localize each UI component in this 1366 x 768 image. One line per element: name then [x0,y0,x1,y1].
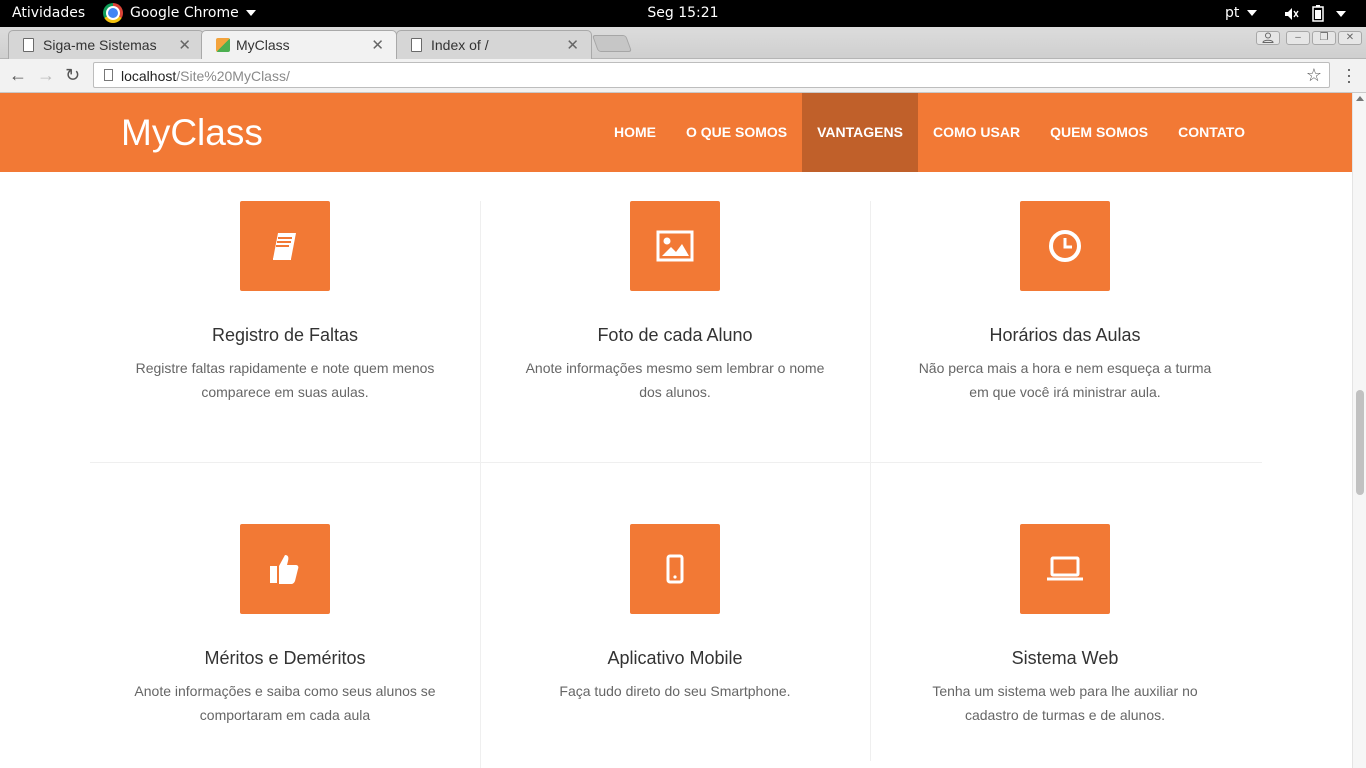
scrollbar-thumb[interactable] [1356,390,1364,495]
feature-text: Anote informações e saiba como seus alun… [134,683,436,723]
volume-icon [1285,7,1299,20]
feature-text: Registre faltas rapidamente e note quem … [135,360,435,400]
nav-quem-somos[interactable]: QUEM SOMOS [1035,93,1163,172]
tab-title: Index of / [431,37,489,53]
new-tab-button[interactable] [591,35,633,52]
feature-title: Sistema Web [1011,648,1119,668]
browser-tab[interactable]: Index of / ✕ [396,30,592,59]
browser-tab-active[interactable]: MyClass ✕ [201,30,397,60]
site-brand[interactable]: MyClass [121,112,263,154]
bookmark-star-icon[interactable]: ☆ [1306,65,1322,86]
site-navbar: MyClass HOME O QUE SOMOS VANTAGENS COMO … [0,93,1352,172]
laptop-icon [1020,524,1110,614]
back-arrow-icon[interactable]: ← [9,65,27,86]
page-scrollbar[interactable] [1352,93,1366,768]
chrome-menu-icon[interactable]: · · · [1343,60,1355,90]
feature-text: Faça tudo direto do seu Smartphone. [559,683,791,699]
nav-o-que-somos[interactable]: O QUE SOMOS [671,93,802,172]
profile-icon[interactable] [1256,31,1280,45]
feature-text: Não perca mais a hora e nem esqueça a tu… [918,360,1212,400]
minimize-icon[interactable]: – [1286,31,1310,45]
browser-tab-strip: Siga-me Sistemas ✕ MyClass ✕ Index of / … [0,27,1366,60]
url-host: localhost [121,68,177,84]
url-text[interactable]: localhost/Site%20MyClass/ [121,68,290,84]
thumbs-up-icon [240,524,330,614]
chevron-down-icon [1336,10,1346,17]
close-icon[interactable]: ✕ [371,36,384,54]
feature-title: Horários das Aulas [989,325,1141,345]
system-tray[interactable] [1284,5,1346,22]
site-nav: HOME O QUE SOMOS VANTAGENS COMO USAR QUE… [599,93,1260,172]
chrome-logo-icon [103,3,123,23]
clock[interactable]: Seg 15:21 [647,5,718,21]
feature-text: Anote informações mesmo sem lembrar o no… [525,360,825,400]
feature-title: Foto de cada Aluno [597,325,753,345]
divider [480,201,481,768]
divider [870,201,871,761]
browser-tab[interactable]: Siga-me Sistemas ✕ [8,30,204,59]
app-menu-label: Google Chrome [130,5,239,21]
feature-text: Tenha um sistema web para lhe auxiliar n… [932,683,1198,723]
book-icon [240,201,330,291]
mobile-phone-icon [630,524,720,614]
nav-vantagens[interactable]: VANTAGENS [802,93,918,172]
page-icon [23,38,34,52]
language-label: pt [1225,5,1240,21]
feature-title: Aplicativo Mobile [607,648,743,668]
app-menu[interactable]: Google Chrome [103,3,256,23]
divider [90,462,1262,463]
browser-toolbar: ← → ↻ localhost/Site%20MyClass/ ☆ · · · [0,59,1366,93]
tab-title: MyClass [236,37,290,53]
scroll-up-arrow-icon[interactable] [1356,96,1364,101]
feature-title: Méritos e Deméritos [204,648,366,668]
battery-icon [1312,5,1324,22]
nav-como-usar[interactable]: COMO USAR [918,93,1035,172]
feature-title: Registro de Faltas [211,325,359,345]
chevron-down-icon [245,10,256,16]
page-icon [411,38,422,52]
close-icon[interactable]: ✕ [566,36,579,54]
nav-home[interactable]: HOME [599,93,671,172]
close-icon[interactable]: ✕ [178,36,191,54]
url-path: /Site%20MyClass/ [176,68,290,84]
language-menu[interactable]: pt [1225,5,1258,21]
system-top-bar: Atividades Google Chrome Seg 15:21 pt [0,0,1366,27]
reload-icon[interactable]: ↻ [65,65,80,86]
restore-icon[interactable]: ❐ [1312,31,1336,45]
address-bar[interactable]: localhost/Site%20MyClass/ ☆ [93,62,1330,88]
page-viewport: MyClass HOME O QUE SOMOS VANTAGENS COMO … [0,93,1352,768]
image-icon [630,201,720,291]
myclass-favicon-icon [216,38,230,52]
activities-button[interactable]: Atividades [12,5,85,21]
nav-contato[interactable]: CONTATO [1163,93,1260,172]
clock-icon [1020,201,1110,291]
close-window-icon[interactable]: ✕ [1338,31,1362,45]
chevron-down-icon [1247,10,1258,16]
forward-arrow-icon[interactable]: → [37,65,55,86]
page-icon [104,69,113,81]
tab-title: Siga-me Sistemas [43,37,157,53]
